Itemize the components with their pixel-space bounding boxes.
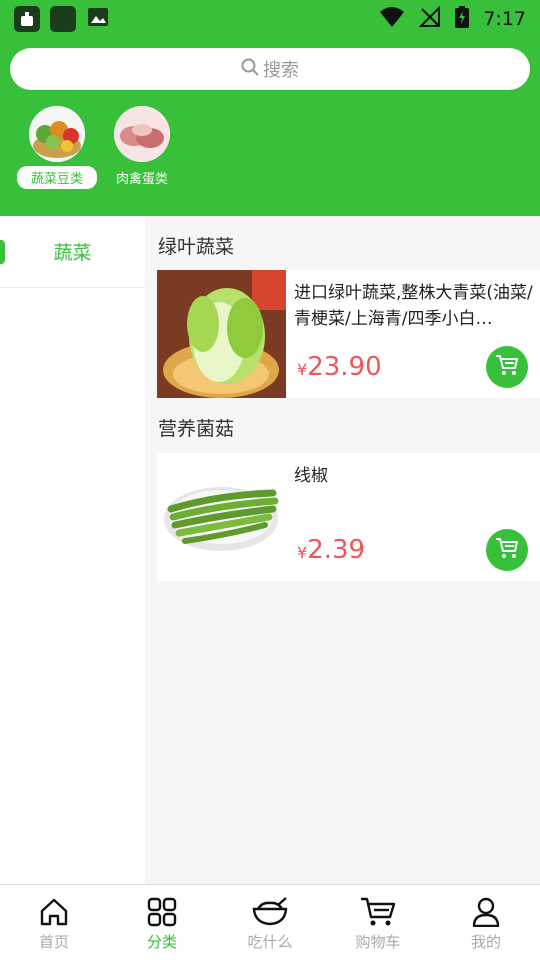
cart-icon (495, 354, 519, 380)
battery-charging-icon (455, 6, 470, 32)
add-to-cart-button[interactable] (486, 529, 528, 571)
nav-what-to-eat[interactable]: 吃什么 (216, 885, 324, 960)
category-meat-eggs[interactable]: 肉禽蛋类 (97, 106, 187, 189)
sidebar: 蔬菜 (0, 216, 145, 884)
product-price: ¥2.39 (297, 535, 366, 565)
category-label: 肉禽蛋类 (115, 172, 168, 187)
vegetables-thumbnail (29, 106, 85, 162)
bowl-icon (252, 895, 288, 929)
search-icon (241, 58, 259, 81)
cart-icon (495, 537, 519, 563)
product-list: 绿叶蔬菜 进口绿叶蔬菜,整株大青菜(油菜/青梗菜/上海青/四季小白… ¥23.9… (145, 216, 540, 884)
product-image (157, 453, 286, 581)
product-name: 进口绿叶蔬菜,整株大青菜(油菜/青梗菜/上海青/四季小白… (294, 283, 533, 329)
nav-cart[interactable]: 购物车 (324, 885, 432, 960)
wifi-icon (379, 6, 405, 32)
product-image (157, 270, 286, 398)
app-notification-icon (50, 6, 76, 32)
image-notification-icon (86, 6, 110, 32)
add-to-cart-button[interactable] (486, 346, 528, 388)
user-icon (471, 895, 501, 929)
product-card[interactable]: 线椒 ¥2.39 (157, 453, 540, 581)
status-bar: 7:17 (0, 0, 540, 38)
nav-profile[interactable]: 我的 (432, 885, 540, 960)
section-title: 绿叶蔬菜 (158, 236, 235, 258)
search-placeholder: 搜索 (263, 60, 299, 81)
active-indicator (0, 240, 5, 264)
header: 7:17 搜索 蔬菜豆类 肉禽蛋类 (0, 0, 540, 216)
home-icon (39, 895, 69, 929)
sidebar-item-vegetables[interactable]: 蔬菜 (0, 216, 145, 288)
sidebar-item-label: 蔬菜 (53, 242, 92, 264)
app-notification-icon (14, 6, 40, 32)
category-vegetables[interactable]: 蔬菜豆类 (12, 106, 102, 189)
grid-icon (147, 895, 177, 929)
search-bar[interactable]: 搜索 (10, 48, 530, 90)
nav-category[interactable]: 分类 (108, 885, 216, 960)
category-label: 蔬菜豆类 (16, 166, 97, 189)
meat-thumbnail (114, 106, 170, 162)
product-name: 线椒 (294, 466, 328, 486)
section-title: 营养菌菇 (158, 418, 235, 440)
product-price: ¥23.90 (297, 352, 382, 382)
category-row: 蔬菜豆类 肉禽蛋类 (0, 106, 540, 196)
bottom-nav: 首页 分类 吃什么 购物车 我的 (0, 884, 540, 960)
cart-icon (360, 895, 396, 929)
product-card[interactable]: 进口绿叶蔬菜,整株大青菜(油菜/青梗菜/上海青/四季小白… ¥23.90 (157, 270, 540, 398)
status-time: 7:17 (483, 8, 526, 30)
no-signal-icon (418, 5, 441, 32)
nav-home[interactable]: 首页 (0, 885, 108, 960)
